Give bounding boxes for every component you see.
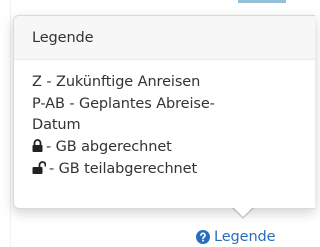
legend-line-pab-cont: Datum — [32, 117, 81, 133]
legend-trigger-label: Legende — [214, 229, 276, 245]
legend-line-gb-teilabgerechnet: - GB teilabgerechnet — [32, 159, 297, 182]
unlock-icon — [32, 160, 47, 182]
background-divider — [0, 0, 11, 247]
popover-arrow — [233, 207, 253, 217]
legend-trigger-link[interactable]: Legende — [196, 229, 276, 245]
popover-header: Legende — [14, 16, 315, 60]
legend-line-pab: P-AB - Geplantes Abreise- — [32, 95, 215, 112]
question-circle-icon — [196, 230, 210, 244]
legend-line-z: Z - Zukünftige Anreisen — [32, 74, 201, 90]
legend-line-gb-abgerechnet: - GB abgerechnet — [32, 137, 297, 160]
legend-text-gb-abgerechnet: - GB abgerechnet — [46, 138, 172, 155]
lock-icon — [32, 138, 43, 160]
legend-popover: Legende Z - Zukünftige Anreisen P-AB - G… — [13, 15, 315, 209]
popover-body: Z - Zukünftige Anreisen P-AB - Geplantes… — [14, 60, 315, 182]
legend-text-gb-teilabgerechnet: - GB teilabgerechnet — [49, 161, 198, 177]
background-link-fragment — [238, 0, 286, 3]
page: Legende Z - Zukünftige Anreisen P-AB - G… — [0, 0, 315, 247]
popover-title: Legende — [32, 29, 94, 46]
